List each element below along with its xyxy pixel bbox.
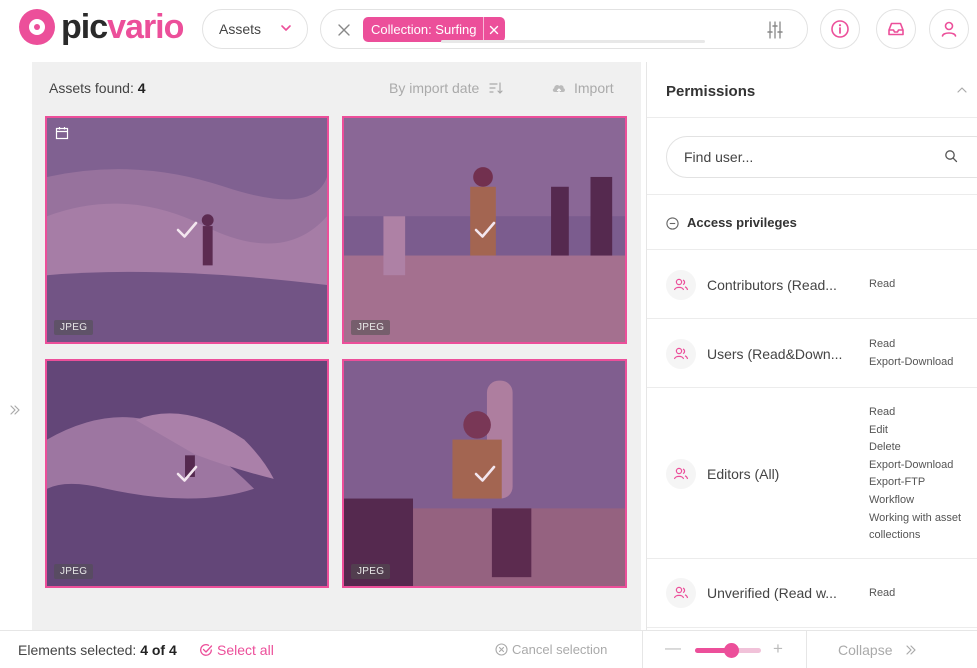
permissions-title: Permissions [666,83,756,100]
top-header: picvario Assets Collection: Surfing [0,0,977,62]
inbox-button[interactable] [876,9,916,49]
zoom-slider[interactable] [695,643,761,658]
assets-found-text: Assets found: 4 [49,80,146,96]
assets-type-select[interactable]: Assets [202,9,308,49]
clear-search-icon[interactable] [336,22,352,38]
selected-check-icon [176,221,198,238]
format-badge: JPEG [351,564,391,579]
collapse-panel-button[interactable]: Collapse [806,631,977,668]
double-chevron-right-icon [906,645,917,655]
permission-group-row[interactable]: Editors (All) Read Edit Delete Export-Do… [647,389,977,559]
group-rights: Read Edit Delete Export-Download Export-… [869,406,962,542]
elements-selected-text: Elements selected: 4 of 4 [18,642,177,658]
filter-chip-label: Collection: Surfing [371,22,477,37]
zoom-control: — + [642,631,805,668]
sort-by-import-date[interactable]: By import date [389,80,503,96]
collapse-label: Collapse [838,642,893,658]
permission-group-row[interactable]: Users (Read&Down... Read Export-Download [647,320,977,388]
user-profile-button[interactable] [929,9,969,49]
logo-text-vario: vario [107,8,184,46]
cancel-circle-icon [495,643,508,656]
zoom-slider-handle[interactable] [724,643,740,658]
format-badge: JPEG [54,564,94,579]
remove-chip-icon[interactable] [482,17,505,42]
group-name: Users (Read&Down... [707,346,843,362]
asset-tile-2[interactable]: JPEG [342,116,627,344]
import-label: Import [574,80,614,96]
assets-select-label: Assets [219,21,262,37]
permission-group-row[interactable]: Unverified (Read w... Read [647,560,977,628]
users-group-icon [666,270,696,300]
asset-tile-4[interactable]: JPEG [342,359,627,588]
group-rights: Read [869,278,896,290]
info-icon [831,20,849,38]
search-loading-bar [441,40,705,43]
bottom-status-bar: Elements selected: 4 of 4 Select all Can… [0,630,977,668]
collapse-section-icon[interactable] [666,217,679,230]
access-privileges-title: Access privileges [687,215,797,230]
find-user-input[interactable]: Find user... [666,136,977,178]
search-bar[interactable]: Collection: Surfing [320,9,808,49]
check-circle-icon [200,644,213,656]
left-collapsed-sidebar [0,62,32,630]
picvario-logo[interactable]: picvario [19,8,184,46]
chevron-down-icon [281,25,291,31]
users-group-icon [666,459,696,489]
user-icon [941,21,957,37]
asset-tile-3[interactable]: JPEG [45,359,329,588]
assets-found-count: 4 [137,80,146,96]
import-button[interactable]: Import [551,80,614,96]
sliders-filter-icon[interactable] [765,20,785,40]
format-badge: JPEG [351,320,391,335]
cancel-selection-button[interactable]: Cancel selection [495,642,607,657]
calendar-icon [55,127,69,140]
sort-label: By import date [389,80,480,96]
selected-check-icon [176,465,198,482]
expand-sidebar-icon[interactable] [8,403,22,417]
selected-count: 4 of 4 [140,642,177,658]
permissions-panel: Permissions Find user... Access privileg… [646,62,977,630]
zoom-out-icon[interactable]: — [665,640,681,658]
selected-check-icon [474,221,495,238]
filter-chip-collection[interactable]: Collection: Surfing [363,17,505,42]
users-group-icon [666,578,696,608]
search-icon[interactable] [944,149,958,163]
sort-order-icon [489,82,503,94]
grid-toolbar: Assets found: 4 By import date Import [32,62,641,112]
format-badge: JPEG [54,320,94,335]
logo-text-pic: pic [61,8,108,46]
cancel-selection-label: Cancel selection [512,642,608,657]
zoom-in-icon[interactable]: + [773,639,783,659]
group-rights: Read [869,587,896,599]
asset-tile-1[interactable]: JPEG [45,116,329,344]
users-group-icon [666,339,696,369]
assets-grid-area: Assets found: 4 By import date Import JP… [32,62,641,630]
group-name: Unverified (Read w... [707,585,837,601]
logo-mark-icon [19,9,55,45]
group-name: Editors (All) [707,466,780,482]
select-all-label: Select all [217,642,274,658]
group-rights: Read Export-Download [869,338,954,368]
permissions-header[interactable]: Permissions [647,62,977,118]
info-button[interactable] [820,9,860,49]
permission-group-row[interactable]: Contributors (Read... Read [647,251,977,319]
chevron-up-icon[interactable] [956,84,968,96]
cloud-upload-icon [552,84,565,94]
inbox-icon [888,22,904,36]
group-name: Contributors (Read... [707,277,837,293]
selected-check-icon [474,465,495,482]
select-all-button[interactable]: Select all [199,642,274,658]
access-privileges-section[interactable]: Access privileges [647,196,977,250]
